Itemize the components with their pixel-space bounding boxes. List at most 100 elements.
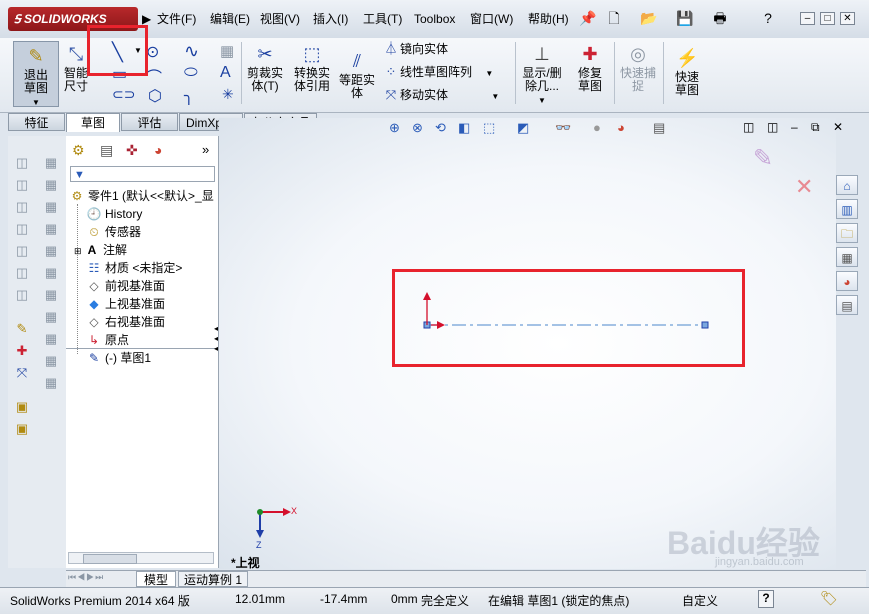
appearances-icon[interactable]: ◕ bbox=[836, 271, 858, 291]
circle-tool-icon[interactable]: ⊙ bbox=[146, 42, 159, 62]
view-cube-icon[interactable]: ◫ bbox=[13, 286, 31, 304]
graphics-area[interactable]: ⊕ ⊗ ⟲ ◧ ⬚ ◩ 👓 ● ◕ ▤ ◫ ◫ – ⧉ ✕ ✎ ✕ X Z *上… bbox=[219, 118, 843, 570]
spline-tool-icon[interactable]: ∿ bbox=[184, 41, 199, 62]
exit-sketch-button[interactable]: ✎ 退出草图 ▼ bbox=[13, 41, 59, 107]
mirror-entities-button[interactable]: ⏃ 镜向实体 bbox=[382, 40, 448, 58]
appearance-tab-icon[interactable]: ◕ bbox=[154, 142, 162, 158]
configuration-tab-icon[interactable]: ✜ bbox=[126, 142, 138, 159]
grid-icon[interactable]: ▦ bbox=[42, 220, 60, 238]
view-cube-icon[interactable]: ◫ bbox=[13, 198, 31, 216]
pin-icon[interactable]: 📌 bbox=[579, 10, 596, 26]
menu-help[interactable]: 帮助(H) bbox=[528, 10, 569, 28]
rapid-sketch-button[interactable]: ⚡ 快速草图 bbox=[667, 47, 707, 97]
sketch-pencil-icon[interactable]: ✎ bbox=[13, 320, 31, 338]
offset-entities-button[interactable]: ⫽ 等距实体 bbox=[336, 50, 378, 100]
close-button[interactable]: ✕ bbox=[840, 12, 855, 25]
grid-icon[interactable]: ▦ bbox=[42, 176, 60, 194]
grid-icon[interactable]: ▦ bbox=[42, 374, 60, 392]
feature-tree-tab-icon[interactable]: ⚙ bbox=[72, 142, 85, 159]
tree-item-history[interactable]: 🕘 History bbox=[86, 205, 143, 223]
tree-item-sketch1[interactable]: ✎ (-) 草图1 bbox=[86, 349, 151, 367]
tree-item-right-plane[interactable]: ◇ 右视基准面 bbox=[86, 313, 165, 331]
tag-icon[interactable]: 🏷 bbox=[820, 590, 838, 607]
tree-item-origin[interactable]: ↳ 原点 bbox=[86, 331, 129, 349]
repair-pencil-icon[interactable]: ✚ bbox=[13, 342, 31, 360]
save-icon[interactable]: 💾 bbox=[676, 10, 693, 26]
grid-icon[interactable]: ▦ bbox=[42, 308, 60, 326]
view-palette-icon[interactable]: ▦ bbox=[836, 247, 858, 267]
grid-icon[interactable]: ▦ bbox=[42, 242, 60, 260]
arc-tool-icon[interactable]: ⌒ bbox=[146, 64, 162, 88]
tree-item-material[interactable]: ☷ 材质 <未指定> bbox=[86, 259, 183, 277]
help-icon[interactable]: ? bbox=[760, 10, 776, 26]
home-icon[interactable]: ⌂ bbox=[836, 175, 858, 195]
scrollbar-thumb[interactable] bbox=[83, 554, 137, 564]
menu-arrow-icon[interactable]: ▶ bbox=[142, 12, 151, 26]
convert-entities-button[interactable]: ⬚ 转换实体引用 bbox=[290, 43, 334, 93]
grid-icon[interactable]: ▦ bbox=[42, 330, 60, 348]
file-explorer-icon[interactable]: 🗀 bbox=[836, 223, 858, 243]
quick-snaps-button[interactable]: ◎ 快速捕捉 bbox=[618, 43, 658, 93]
menu-edit[interactable]: 编辑(E) bbox=[210, 10, 250, 28]
view-cube-icon[interactable]: ◫ bbox=[13, 220, 31, 238]
expand-panel-icon[interactable]: » bbox=[202, 142, 209, 157]
layer-icon[interactable]: ▣ bbox=[13, 420, 31, 438]
point-tool-icon[interactable]: ✳ bbox=[222, 86, 234, 103]
horizontal-scrollbar[interactable] bbox=[68, 552, 214, 564]
expand-icon[interactable]: ⊞ bbox=[74, 242, 84, 260]
layer-icon[interactable]: ▣ bbox=[13, 398, 31, 416]
tree-item-front-plane[interactable]: ◇ 前视基准面 bbox=[86, 277, 165, 295]
polygon-tool-icon[interactable]: ⬡ bbox=[148, 86, 162, 106]
move-sketch-icon[interactable]: ⤧ bbox=[13, 364, 31, 382]
design-library-icon[interactable]: ▥ bbox=[836, 199, 858, 219]
smart-dimension-button[interactable]: ⤡ 智能尺寸 bbox=[62, 43, 90, 103]
print-icon[interactable]: 🖶 bbox=[712, 10, 728, 26]
menu-toolbox[interactable]: Toolbox bbox=[414, 10, 455, 28]
linear-pattern-button[interactable]: ⁘ 线性草图阵列 ▼ bbox=[382, 63, 494, 81]
tree-item-top-plane[interactable]: ◆ 上视基准面 bbox=[86, 295, 165, 313]
tab-sketch[interactable]: 草图 bbox=[66, 113, 120, 132]
grid-icon[interactable]: ▦ bbox=[42, 154, 60, 172]
fillet-tool-icon[interactable]: ╮ bbox=[184, 86, 194, 106]
status-help-button[interactable]: ? bbox=[758, 590, 774, 608]
menu-insert[interactable]: 插入(I) bbox=[313, 10, 348, 28]
units-custom[interactable]: 自定义 bbox=[682, 592, 718, 609]
grid-icon[interactable]: ▦ bbox=[42, 264, 60, 282]
filter-box[interactable]: ▼ bbox=[70, 166, 215, 182]
text-tool-icon[interactable]: A bbox=[220, 64, 231, 82]
tab-motion-study[interactable]: 运动算例 1 bbox=[178, 571, 248, 587]
tab-evaluate[interactable]: 评估 bbox=[121, 113, 178, 131]
view-cube-icon[interactable]: ◫ bbox=[13, 154, 31, 172]
menu-view[interactable]: 视图(V) bbox=[260, 10, 300, 28]
ellipse-tool-icon[interactable]: ⬭ bbox=[184, 64, 198, 82]
plane-tool-icon[interactable]: ▦ bbox=[220, 42, 234, 60]
collapse-arrow-icon[interactable]: ◂ ◂ ◂ bbox=[214, 324, 218, 354]
tree-item-sensors[interactable]: ⏲ 传感器 bbox=[86, 223, 141, 241]
tree-root[interactable]: ⚙ 零件1 (默认<<默认>_显 bbox=[69, 187, 214, 205]
display-delete-relations-button[interactable]: ⊥ 显示/删除几... ▼ bbox=[519, 43, 565, 107]
tree-item-annotations[interactable]: ⊞ A 注解 bbox=[74, 241, 127, 259]
custom-properties-icon[interactable]: ▤ bbox=[836, 295, 858, 315]
grid-icon[interactable]: ▦ bbox=[42, 198, 60, 216]
trim-entities-button[interactable]: ✂ 剪裁实体(T) bbox=[245, 43, 285, 93]
view-cube-icon[interactable]: ◫ bbox=[13, 176, 31, 194]
move-entities-button[interactable]: ⤧ 移动实体 ▼ bbox=[382, 86, 499, 104]
view-cube-icon[interactable]: ◫ bbox=[13, 264, 31, 282]
menu-tools[interactable]: 工具(T) bbox=[363, 10, 402, 28]
menu-file[interactable]: 文件(F) bbox=[157, 10, 196, 28]
tab-nav-arrows-icon[interactable]: ⏮◀▶⏭ bbox=[68, 572, 104, 583]
property-manager-tab-icon[interactable]: ▤ bbox=[100, 142, 113, 159]
restore-button[interactable]: □ bbox=[820, 12, 835, 25]
grid-icon[interactable]: ▦ bbox=[42, 286, 60, 304]
new-document-icon[interactable]: 🗋 bbox=[606, 10, 622, 26]
slot-tool-icon[interactable]: ⊂⊃ bbox=[112, 86, 135, 103]
open-folder-icon[interactable]: 📂 bbox=[640, 10, 657, 26]
tab-model[interactable]: 模型 bbox=[136, 571, 176, 587]
minimize-button[interactable]: – bbox=[800, 12, 815, 25]
repair-sketch-button[interactable]: ✚ 修复草图 bbox=[570, 43, 610, 93]
menu-window[interactable]: 窗口(W) bbox=[470, 10, 513, 28]
grid-icon[interactable]: ▦ bbox=[42, 352, 60, 370]
tab-features[interactable]: 特征 bbox=[8, 113, 65, 131]
view-cube-icon[interactable]: ◫ bbox=[13, 242, 31, 260]
bottom-tabs: ⏮◀▶⏭ 模型 运动算例 1 bbox=[66, 570, 866, 587]
